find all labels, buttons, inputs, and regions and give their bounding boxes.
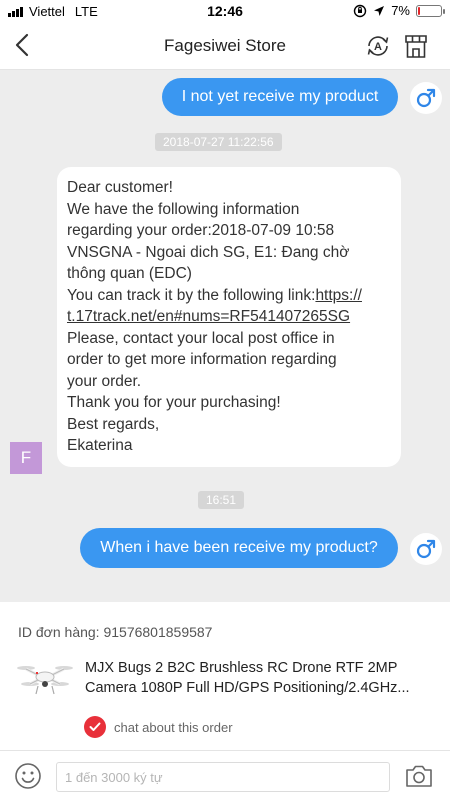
store-icon	[405, 35, 427, 58]
chat-area[interactable]: I not yet receive my product 2018-07-27 …	[0, 70, 450, 602]
chat-about-order-toggle[interactable]: chat about this order	[84, 716, 233, 738]
male-symbol-icon	[416, 88, 436, 108]
message-bubble-outgoing[interactable]: I not yet receive my product	[162, 78, 398, 116]
checkmark-icon	[84, 716, 106, 738]
message-line: VNSGNA - Ngoai dich SG, E1: Đang chờ	[67, 243, 350, 261]
message-text: I not yet receive my product	[181, 88, 379, 105]
chat-header: Fagesiwei Store A	[0, 22, 450, 70]
message-line: Please, contact your local post office i…	[67, 329, 335, 347]
message-text: You can track it by the following link:	[67, 286, 316, 304]
translate-icon: A	[367, 36, 389, 56]
translate-button[interactable]: A	[364, 32, 392, 60]
camera-icon	[406, 765, 432, 787]
battery-fill	[418, 6, 420, 15]
drone-image	[17, 666, 73, 695]
message-line: order to get more information regarding	[67, 351, 337, 368]
user-avatar[interactable]	[410, 533, 442, 565]
message-line: thông quan (EDC)	[67, 265, 192, 282]
battery-icon	[416, 4, 445, 17]
message-line: Thank you for your purchasing!	[67, 394, 281, 411]
input-bar	[0, 750, 450, 800]
status-bar: Viettel LTE 12:46 7%	[0, 0, 450, 22]
message-line: your order.	[67, 372, 142, 390]
male-symbol-icon	[416, 539, 436, 559]
message-bubble-outgoing[interactable]: When i have been receive my product?	[80, 528, 398, 568]
product-title-line: Camera 1080P Full HD/GPS Positioning/2.4…	[85, 680, 410, 696]
message-line: Best regards,	[67, 415, 160, 433]
translate-letter: A	[374, 41, 382, 53]
order-id: ID đơn hàng: 91576801859587	[18, 624, 213, 640]
message-line: We have the following information	[67, 200, 300, 218]
timestamp: 2018-07-27 11:22:56	[155, 133, 282, 151]
battery-percent: 7%	[391, 3, 410, 18]
status-right: 7%	[353, 3, 445, 18]
message-line: regarding your order:2018-07-09 10:58	[67, 222, 335, 239]
orientation-lock-icon	[354, 4, 367, 17]
message-bubble-incoming[interactable]: Dear customer! We have the following inf…	[57, 167, 401, 467]
emoji-button[interactable]	[14, 762, 42, 790]
order-panel: ID đơn hàng: 91576801859587 MJX Bugs 2 B…	[0, 602, 450, 750]
emoji-icon	[15, 763, 41, 789]
tracking-link-part2[interactable]: t.17track.net/en#nums=RF541407265SG	[67, 306, 391, 328]
message-line: Ekaterina	[67, 437, 133, 454]
message-text: When i have been receive my product?	[100, 539, 378, 556]
location-icon	[374, 5, 385, 16]
tracking-link-part1[interactable]: https://	[315, 287, 362, 304]
message-line: You can track it by the following link:h…	[67, 285, 391, 307]
product-thumbnail[interactable]	[16, 654, 74, 702]
message-line: Dear customer!	[67, 179, 173, 196]
camera-button[interactable]	[404, 763, 434, 789]
store-avatar[interactable]: F	[10, 442, 42, 474]
chat-about-order-label: chat about this order	[114, 719, 233, 735]
product-title-line: MJX Bugs 2 B2C Brushless RC Drone RTF 2M…	[85, 660, 398, 676]
timestamp: 16:51	[198, 491, 245, 509]
user-avatar[interactable]	[410, 82, 442, 114]
message-input[interactable]	[56, 762, 390, 792]
product-title[interactable]: MJX Bugs 2 B2C Brushless RC Drone RTF 2M…	[85, 658, 435, 698]
store-button[interactable]	[402, 32, 430, 60]
